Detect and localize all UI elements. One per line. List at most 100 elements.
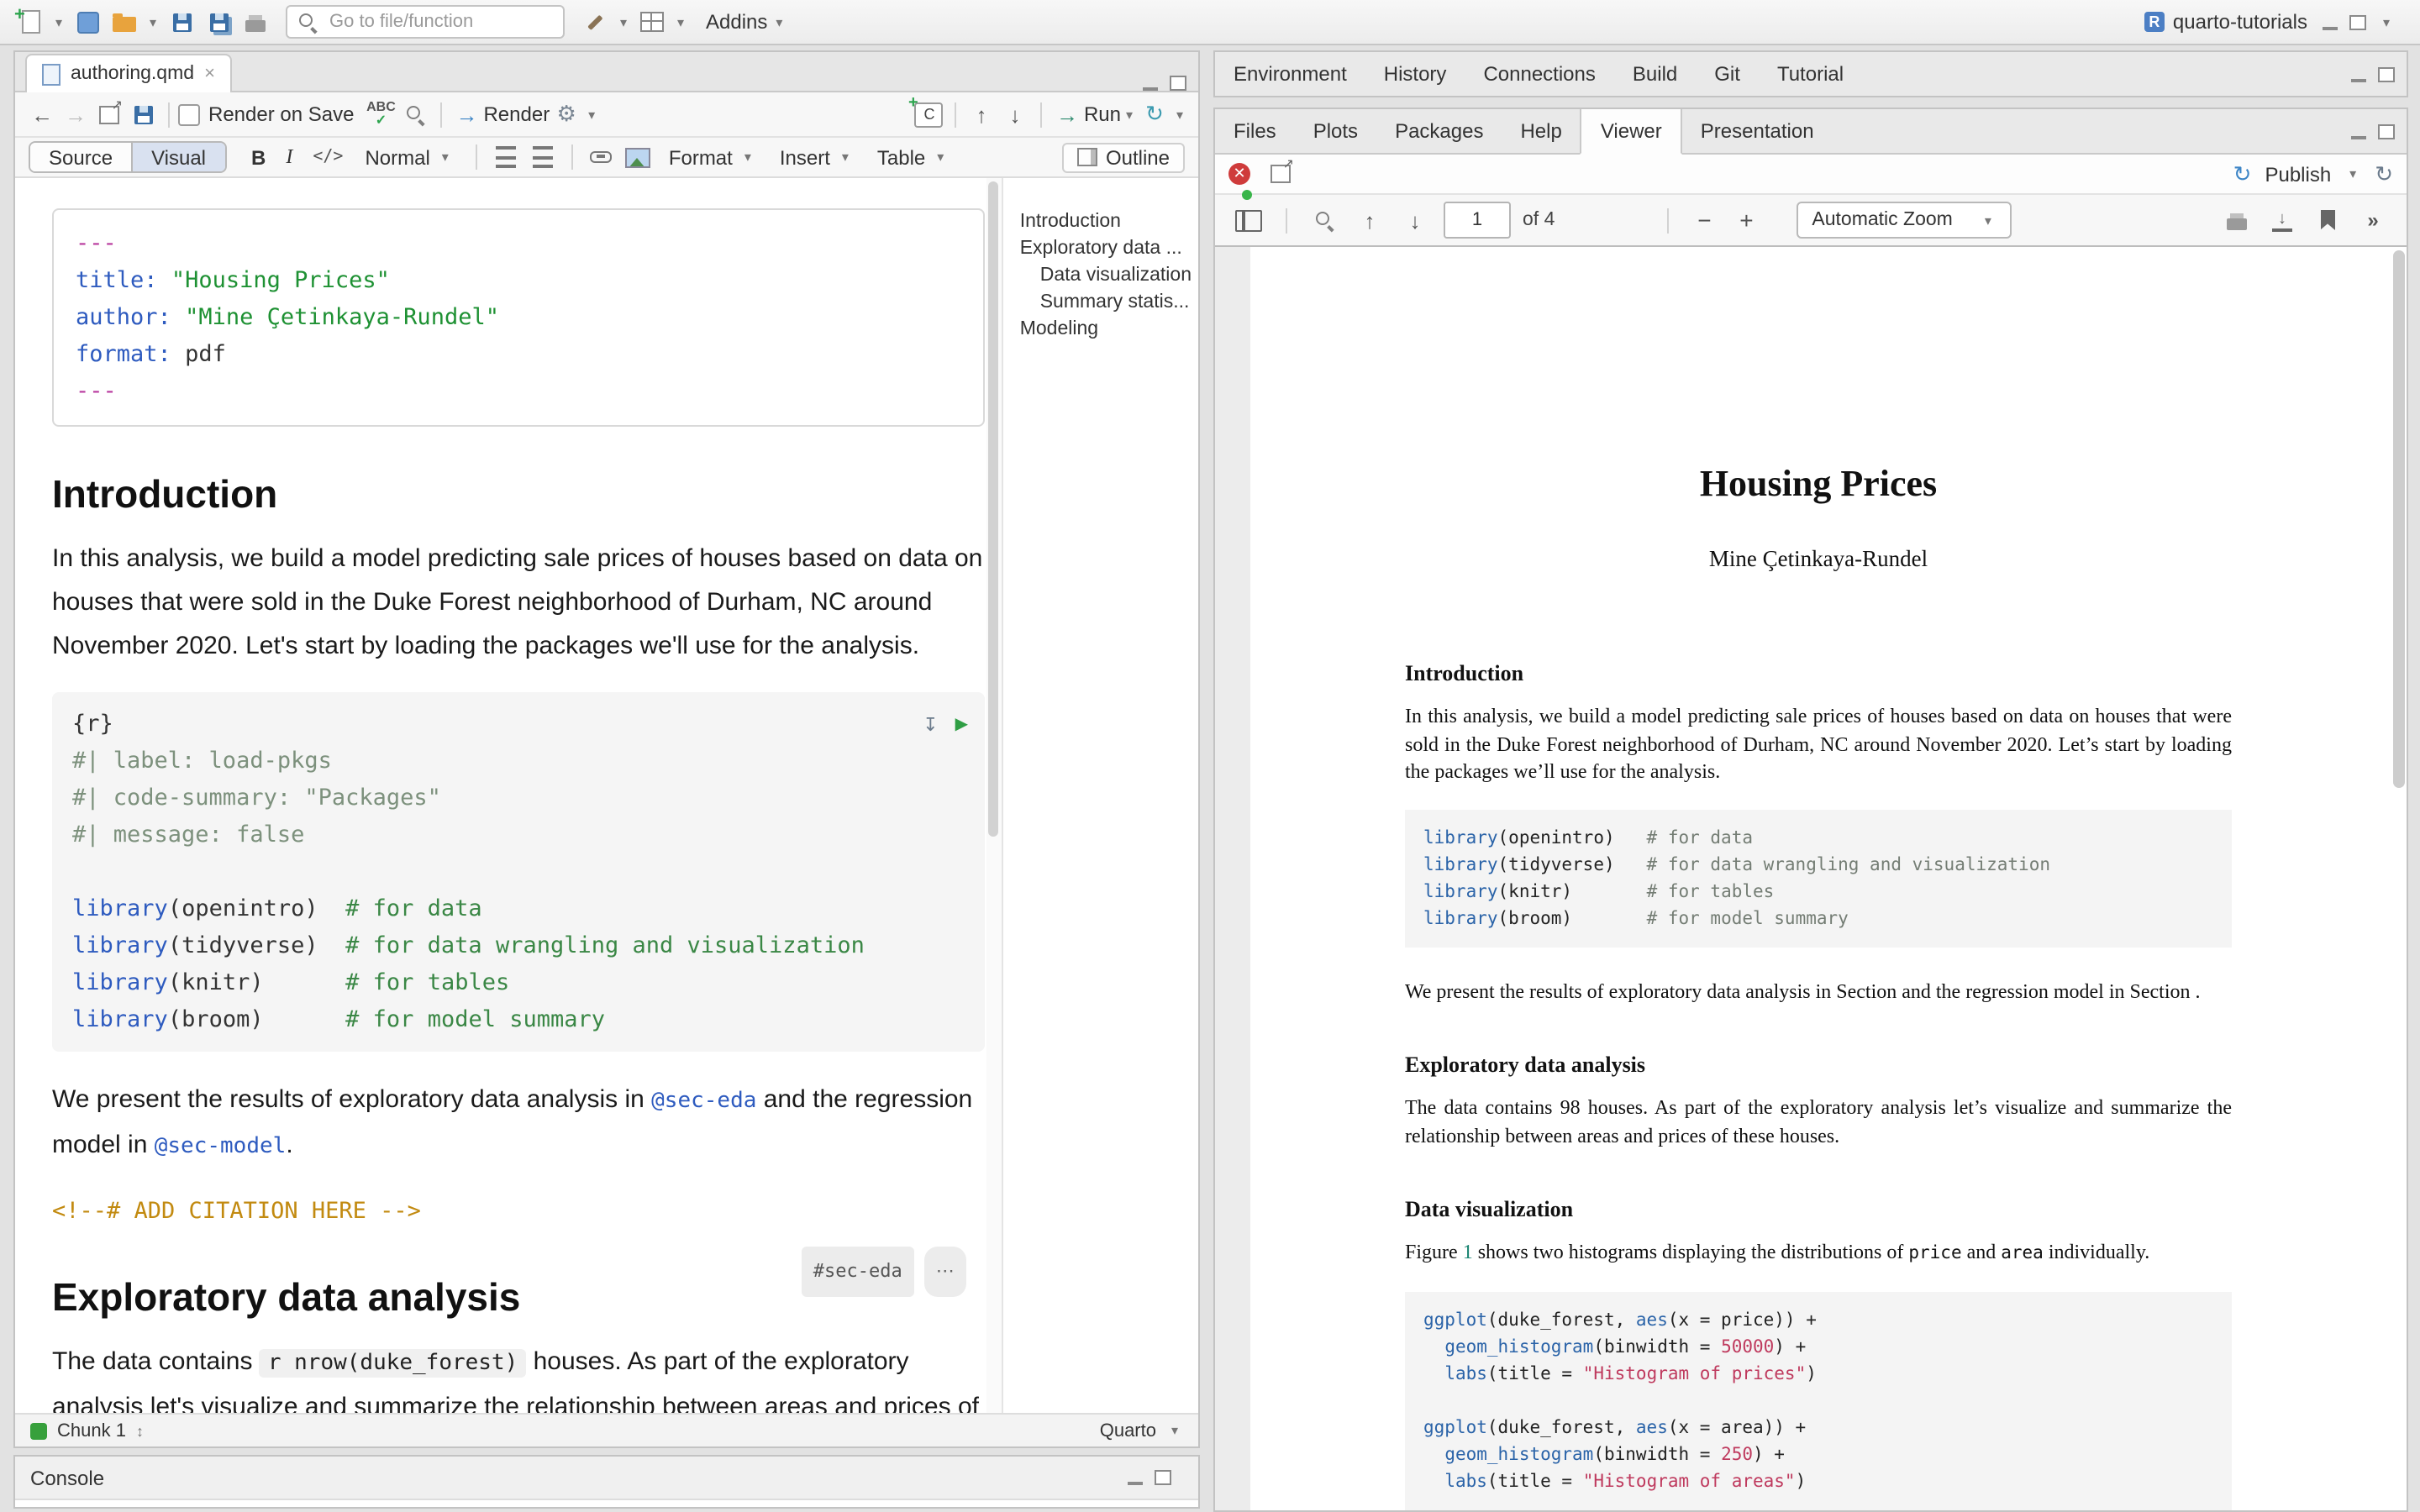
go-to-next-chunk-icon[interactable]: ↓ [998,97,1032,131]
chunk-nav-icon[interactable]: ↕ [136,1422,144,1439]
numbered-list-icon[interactable] [526,140,560,174]
pdf-page-input[interactable] [1444,202,1511,239]
tab-viewer[interactable]: Viewer [1581,109,1682,155]
outline-item-modeling[interactable]: Modeling [1020,316,1192,343]
italic-button[interactable]: I [277,144,301,170]
paragraph-style-dropdown[interactable]: Normal▾ [355,145,463,169]
code-format-button[interactable]: </> [304,148,351,166]
pdf-sidebar-toggle-icon[interactable] [1232,203,1265,237]
pdf-print-icon[interactable] [2220,203,2254,237]
print-icon[interactable] [239,5,272,39]
editor-maximize-icon[interactable] [1170,76,1186,91]
console-minimize-icon[interactable] [1128,1482,1143,1485]
maximize-icon[interactable] [2349,14,2366,29]
tab-presentation[interactable]: Presentation [1682,109,1833,153]
pdf-bookmark-icon[interactable] [2311,203,2344,237]
outline-item-summary-statistics[interactable]: Summary statis... [1020,289,1192,316]
run-button[interactable]: Run [1084,102,1121,126]
pdf-previous-page-icon[interactable]: ↑ [1353,203,1386,237]
outline-item-introduction[interactable]: Introduction [1020,208,1192,235]
viewer-popout-icon[interactable] [1264,157,1297,191]
envpane-minimize-icon[interactable] [2351,78,2366,81]
goto-file-input[interactable] [326,10,544,34]
tab-help[interactable]: Help [1502,109,1580,153]
pdf-download-icon[interactable]: ↓ [2265,203,2299,237]
tab-authoring-qmd[interactable]: authoring.qmd × [25,54,232,92]
tab-build[interactable]: Build [1614,52,1696,96]
open-in-new-window-icon[interactable] [92,97,126,131]
insert-menu[interactable]: Insert▾ [770,145,864,169]
render-button[interactable]: Render [483,102,550,126]
visual-editor-canvas[interactable]: --- title: "Housing Prices" author: "Min… [15,178,986,1413]
pdf-scrollbar-thumb[interactable] [2393,250,2405,788]
panes-caret-icon[interactable]: ▾ [672,14,689,29]
tools-caret-icon[interactable]: ▾ [615,14,632,29]
yaml-block[interactable]: --- title: "Housing Prices" author: "Min… [52,208,985,427]
tab-environment[interactable]: Environment [1215,52,1365,96]
visual-mode-button[interactable]: Visual [131,143,224,171]
envpane-maximize-icon[interactable] [2378,66,2395,81]
render-on-save-checkbox[interactable] [178,103,200,125]
new-project-icon[interactable] [71,5,104,39]
source-mode-button[interactable]: Source [30,143,131,171]
back-icon[interactable]: ← [25,97,59,131]
run-caret-icon[interactable]: ▾ [1121,107,1138,122]
save-all-icon[interactable] [202,5,235,39]
figure-1-link[interactable]: 1 [1463,1240,1473,1263]
spellcheck-icon[interactable]: ABC✓ [364,97,397,131]
viewerpane-maximize-icon[interactable] [2378,123,2395,139]
tools-icon[interactable] [578,5,612,39]
tab-tutorial[interactable]: Tutorial [1759,52,1862,96]
pdf-more-tools-icon[interactable]: » [2356,203,2390,237]
new-file-caret-icon[interactable]: ▾ [50,14,67,29]
find-replace-icon[interactable] [397,97,431,131]
link-icon[interactable] [585,140,618,174]
zoom-out-icon[interactable]: − [1689,207,1719,234]
publish-button[interactable]: Publish [2265,162,2331,186]
minimize-icon[interactable] [2323,26,2338,29]
rerun-icon[interactable]: ↻ [1138,97,1171,131]
tab-history[interactable]: History [1365,52,1465,96]
tab-packages[interactable]: Packages [1376,109,1502,153]
render-settings-gear-icon[interactable]: ⚙ [550,97,583,131]
publish-caret-icon[interactable]: ▾ [2344,166,2361,181]
image-icon[interactable] [622,140,655,174]
recent-files-caret-icon[interactable]: ▾ [145,14,161,29]
tab-connections[interactable]: Connections [1465,52,1613,96]
outline-item-data-visualization[interactable]: Data visualization [1020,262,1192,289]
tab-files[interactable]: Files [1215,109,1295,153]
tab-git[interactable]: Git [1696,52,1759,96]
goto-file-search[interactable] [286,5,565,39]
editor-scrollbar[interactable] [986,178,1002,1413]
run-chunk-icon[interactable]: ▶ [955,704,968,748]
insert-chunk-icon[interactable]: +C [913,97,946,131]
pdf-next-page-icon[interactable]: ↓ [1398,203,1432,237]
editor-minimize-icon[interactable] [1143,87,1158,91]
open-file-icon[interactable] [108,5,141,39]
bold-button[interactable]: B [243,145,274,169]
pdf-viewer-area[interactable]: Housing Prices Mine Çetinkaya-Rundel Int… [1215,247,2407,1510]
doc-type-caret-icon[interactable]: ▾ [1166,1423,1183,1438]
run-chunks-above-icon[interactable]: ↧ [923,704,938,748]
chunk-status[interactable]: Chunk 1 [57,1420,126,1441]
save-icon[interactable] [165,5,198,39]
outline-toggle-button[interactable]: Outline [1062,142,1185,172]
zoom-in-icon[interactable]: + [1731,207,1761,234]
console-maximize-icon[interactable] [1155,1470,1171,1485]
zoom-select[interactable]: Automatic Zoom▾ [1797,202,2011,239]
new-file-icon[interactable]: + [13,5,47,39]
tab-plots[interactable]: Plots [1295,109,1376,153]
format-menu[interactable]: Format▾ [659,145,766,169]
section-menu-button[interactable]: ⋯ [924,1247,966,1297]
viewerpane-minimize-icon[interactable] [2351,135,2366,139]
forward-icon[interactable]: → [59,97,92,131]
addins-caret-icon[interactable]: ▾ [771,14,787,29]
project-menu[interactable]: R quarto-tutorials [2144,10,2307,34]
table-menu[interactable]: Table▾ [867,145,959,169]
stop-viewer-icon[interactable]: ✕ [1228,163,1250,185]
pdf-search-icon[interactable] [1307,203,1341,237]
code-chunk-load-pkgs[interactable]: ↧ ▶ {r} #| label: load-pkgs #| code-summ… [52,692,985,1052]
rerun-caret-icon[interactable]: ▾ [1171,107,1188,122]
bullet-list-icon[interactable] [489,140,523,174]
close-tab-icon[interactable]: × [204,64,215,84]
